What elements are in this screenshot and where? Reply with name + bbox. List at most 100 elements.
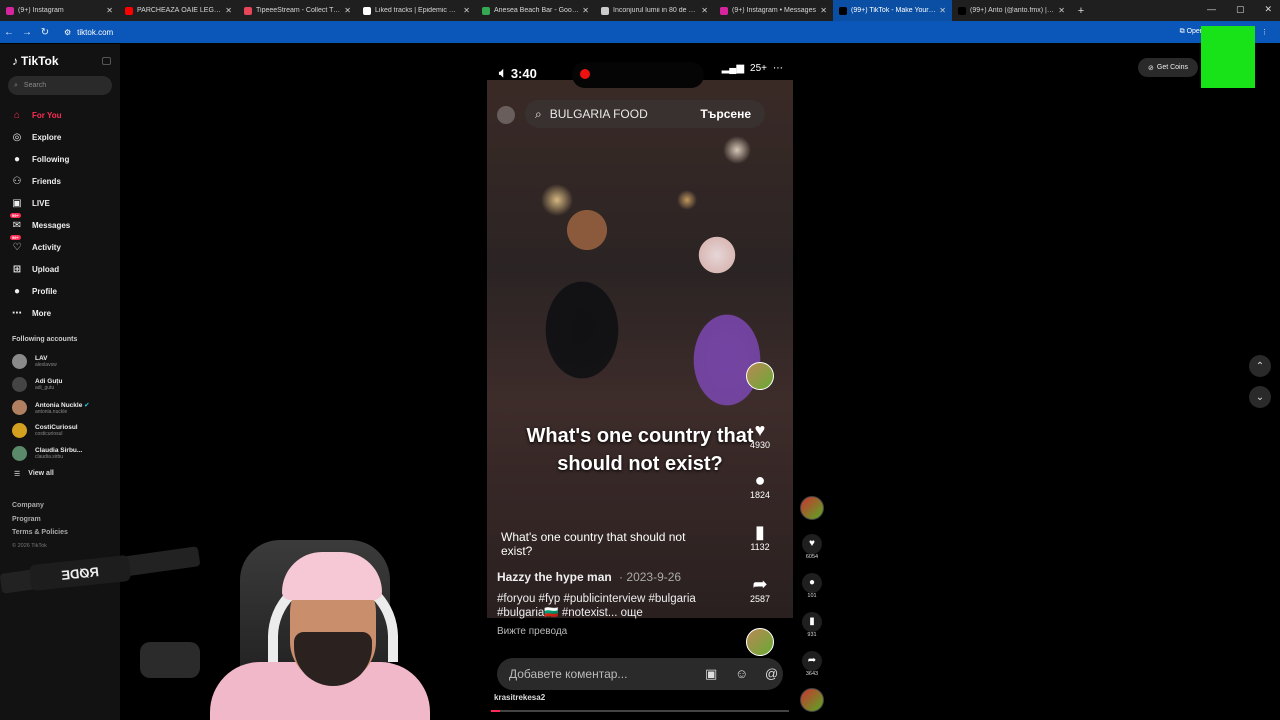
account-names: Adi Guțu adi_gutu — [35, 378, 62, 391]
tab-close-icon[interactable]: ✕ — [582, 6, 589, 15]
account-names: LAV alexlavsw — [35, 355, 57, 368]
browser-tab[interactable]: (9+) Instagram • Messages ✕ — [714, 0, 833, 21]
messages-icon: ✉ 99+ — [10, 213, 22, 231]
footer-link-program[interactable]: Program — [12, 516, 68, 530]
account-handle: antonia.nuckle — [35, 408, 68, 415]
url-text: tiktok.com — [77, 27, 114, 37]
site-info-icon[interactable]: ⚙ — [64, 28, 71, 37]
browser-tab[interactable]: TipeeeStream - Collect Tips wi...✕ — [238, 0, 357, 21]
url-field[interactable]: ⚙ tiktok.com — [64, 28, 113, 37]
view-all-button[interactable]: ☰ View all — [14, 470, 54, 478]
following-account[interactable]: Antonia Nuckle ✔ antonia.nuckle — [12, 396, 112, 419]
creator-avatar[interactable] — [800, 496, 824, 520]
tab-close-icon[interactable]: ✕ — [1058, 6, 1065, 15]
sidebar-item-more[interactable]: ⋯ More — [10, 302, 120, 324]
tab-close-icon[interactable]: ✕ — [344, 6, 351, 15]
maximize-icon[interactable]: ▢ — [1236, 4, 1245, 15]
more-options-icon[interactable]: ⋯ — [773, 63, 783, 74]
tab-close-icon[interactable]: ✕ — [225, 6, 232, 15]
status-time: 3:40 — [510, 65, 537, 81]
browser-tab[interactable]: (99+) TikTok - Make Your Da... ✕ — [833, 0, 952, 21]
sidebar-item-explore[interactable]: ◎ Explore — [10, 126, 120, 148]
browser-tab[interactable]: Inconjurul lumii in 80 de zile - ...✕ — [595, 0, 714, 21]
comment-bubble-icon: ● — [802, 573, 822, 593]
minimize-icon[interactable]: — — [1207, 4, 1216, 15]
sidebar-item-activity[interactable]: ♡ 99+ Activity — [10, 235, 120, 258]
forward-icon[interactable]: → — [18, 27, 36, 38]
video-progress-bar[interactable] — [491, 710, 789, 712]
tiktok-logo[interactable]: ♪ TikTok — [12, 54, 59, 68]
following-account[interactable]: CostiCuriosul costicuriosul — [12, 419, 112, 442]
mention-icon[interactable]: @ — [765, 666, 778, 681]
tab-close-icon[interactable]: ✕ — [701, 6, 708, 15]
video-back-icon[interactable] — [497, 106, 515, 124]
tab-favicon-icon — [958, 6, 966, 15]
get-coins-button[interactable]: ⊘ Get Coins — [1138, 58, 1198, 77]
new-tab-icon[interactable]: + — [1071, 0, 1091, 21]
tab-title: (99+) Anto (@anto.fmx) | TikTok — [970, 7, 1055, 14]
like-button[interactable]: ♥ 6054 — [798, 534, 826, 560]
image-icon[interactable]: ▣ — [705, 666, 717, 682]
collapse-sidebar-icon[interactable] — [102, 57, 111, 65]
inner-share: ➦ 2587 — [745, 574, 775, 604]
back-icon[interactable]: ← — [0, 27, 18, 38]
sound-disc[interactable] — [800, 688, 824, 712]
tab-close-icon[interactable]: ✕ — [939, 6, 946, 15]
sidebar-item-label: For You — [32, 110, 62, 120]
tab-close-icon[interactable]: ✕ — [106, 6, 113, 15]
search-placeholder: Search — [23, 82, 47, 89]
video-player[interactable]: ⌕ BULGARIA FOOD Търсене What's one count… — [487, 58, 793, 718]
sidebar-item-label: Upload — [32, 264, 60, 274]
video-frame[interactable]: ⌕ BULGARIA FOOD Търсене What's one count… — [487, 80, 793, 656]
emoji-icon[interactable]: ☺ — [735, 666, 748, 681]
sidebar-item-live[interactable]: ▣ LIVE — [10, 192, 120, 214]
previous-video-button[interactable]: ⌃ — [1249, 355, 1271, 377]
browser-tab[interactable]: (9+) Instagram ✕ — [0, 0, 119, 21]
sidebar-item-messages[interactable]: ✉ 99+ Messages — [10, 213, 120, 236]
comment-input[interactable]: Добавете коментар... ▣ ☺ @ — [497, 658, 783, 690]
close-window-icon[interactable]: ✕ — [1264, 4, 1272, 15]
tab-close-icon[interactable]: ✕ — [820, 6, 827, 15]
extensions-icon[interactable]: ⋮ — [1261, 28, 1268, 36]
account-name: CostiCuriosul — [35, 424, 78, 431]
video-hashtags: #foryou #fyp #publicinterview #bulgaria … — [497, 593, 696, 619]
sidebar-item-following[interactable]: ● Following — [10, 148, 120, 170]
inner-share-count: 2587 — [749, 594, 771, 604]
notification-badge: 99+ — [10, 235, 21, 240]
video-author: Hazzy the hype man · 2023-9-26 — [497, 570, 681, 584]
current-account-name: krasitrekesa2 — [494, 693, 546, 702]
following-account[interactable]: Claudia Sirbu... claudia.sirbu — [12, 442, 112, 465]
save-button[interactable]: ▮ 931 — [798, 612, 826, 638]
screen: (9+) Instagram✕PARCHEAZĂ OAIE LEGAL! | S… — [0, 0, 1280, 720]
see-translation-link[interactable]: Вижте превода — [497, 626, 567, 637]
browser-tab[interactable]: (99+) Anto (@anto.fmx) | TikTok✕ — [952, 0, 1071, 21]
notification-badge: 99+ — [10, 213, 21, 218]
search-input[interactable]: ⌕ Search — [8, 76, 112, 95]
browser-tab[interactable]: PARCHEAZĂ OAIE LEGAL! | Sălp...✕ — [119, 0, 238, 21]
signal-icon: ▂▄▆ — [721, 63, 745, 74]
next-video-button[interactable]: ⌄ — [1249, 386, 1271, 408]
status-indicators: ▂▄▆ 25+ ⋯ — [722, 63, 783, 74]
tab-favicon-icon — [601, 6, 609, 15]
browser-tab[interactable]: Liked tracks | Epidemic Sound ✕ — [357, 0, 476, 21]
sidebar-item-label: Following — [32, 154, 70, 164]
sidebar-item-upload[interactable]: ⊞ Upload — [10, 258, 120, 280]
account-name-text: Claudia Sirbu... — [35, 447, 83, 454]
sidebar-item-profile[interactable]: ● Profile — [10, 280, 120, 302]
share-icon: ➦ — [752, 574, 768, 594]
browser-tab[interactable]: Anesea Beach Bar - Google Ma...✕ — [476, 0, 595, 21]
footer-link-company[interactable]: Company — [12, 502, 68, 516]
account-handle: alexlavsw — [35, 362, 57, 368]
sidebar-item-friends[interactable]: ⚇ Friends — [10, 170, 120, 192]
share-button[interactable]: ➦ 3643 — [798, 651, 826, 677]
reload-icon[interactable]: ↻ — [36, 27, 54, 38]
get-coins-label: Get Coins — [1156, 64, 1188, 71]
sidebar-item-label: More — [32, 308, 52, 318]
sidebar-item-for-you[interactable]: ⌂ For You — [10, 104, 120, 126]
following-account[interactable]: LAV alexlavsw — [12, 350, 112, 373]
following-account[interactable]: Adi Guțu adi_gutu — [12, 373, 112, 396]
tab-close-icon[interactable]: ✕ — [463, 6, 470, 15]
comment-button[interactable]: ● 101 — [798, 573, 826, 599]
comment-count: 101 — [807, 593, 817, 599]
battery-value: 25+ — [750, 63, 767, 74]
